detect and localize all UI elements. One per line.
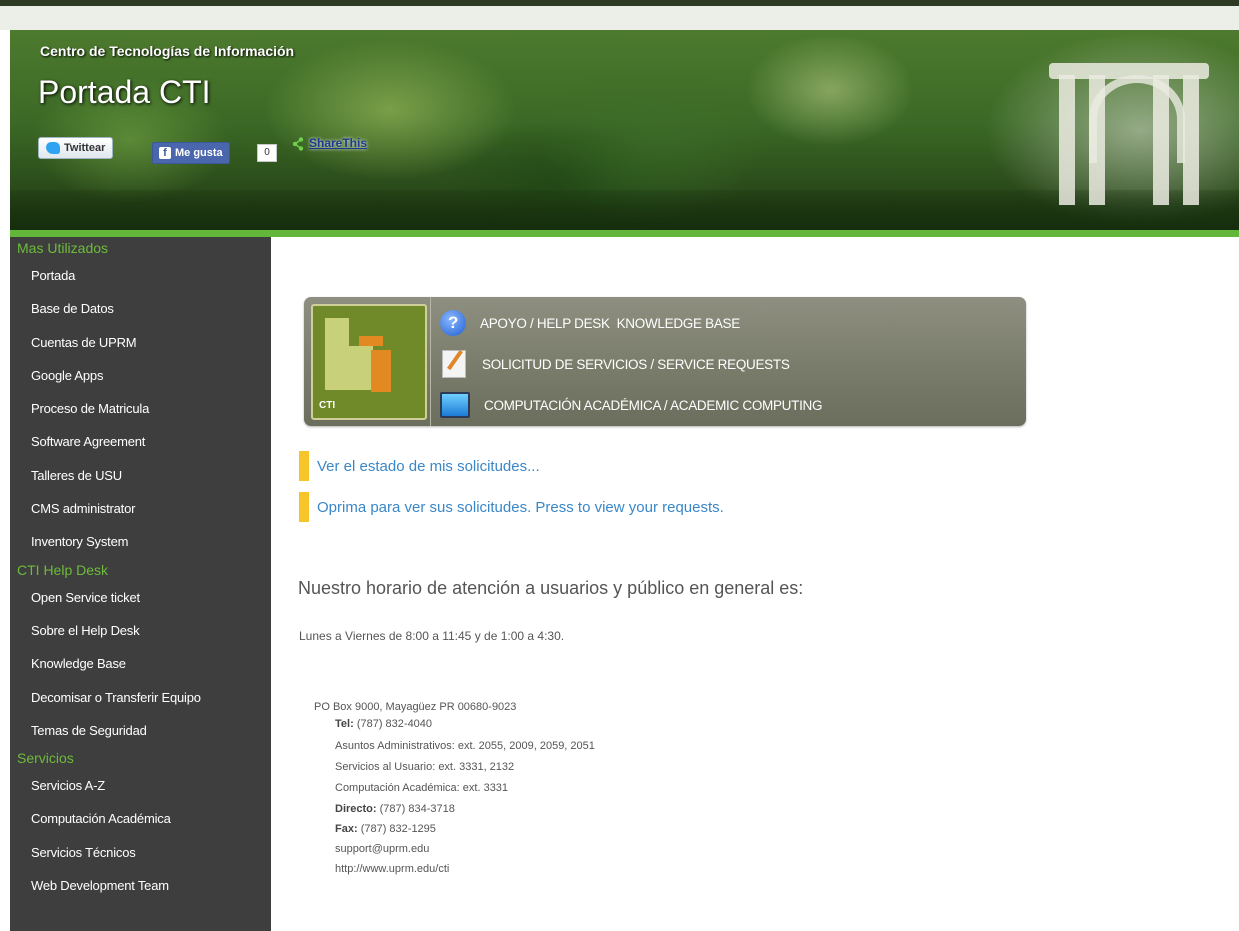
banner-separator (430, 297, 431, 426)
twitter-button[interactable]: Twittear (38, 137, 114, 159)
sidebar-item-cms-administrator[interactable]: CMS administrator (10, 492, 271, 525)
sidebar-item-talleres-usu[interactable]: Talleres de USU (10, 459, 271, 492)
sidebar-item-software-agreement[interactable]: Software Agreement (10, 425, 271, 458)
address-user-services: Servicios al Usuario: ext. 3331, 2132 (335, 761, 515, 773)
sidebar-item-google-apps[interactable]: Google Apps (10, 359, 271, 392)
address-po-box: PO Box 9000, Mayagüez PR 00680-9023 (314, 701, 517, 713)
address-tel: Tel: (787) 832-4040 (335, 718, 432, 730)
share-icon[interactable] (292, 137, 304, 151)
header-divider (10, 230, 1239, 237)
link-ver-estado[interactable]: Ver el estado de mis solicitudes... (299, 451, 540, 481)
menu-academic-computing[interactable]: COMPUTACIÓN ACADÉMICA / ACADEMIC COMPUTI… (440, 390, 822, 420)
link-marker (299, 492, 309, 522)
address-direct: Directo: (787) 834-3718 (335, 803, 455, 815)
sidebar-item-web-development-team[interactable]: Web Development Team (10, 869, 271, 902)
sidebar-item-open-service-ticket[interactable]: Open Service ticket (10, 581, 271, 614)
link-ver-solicitudes-text[interactable]: Oprima para ver sus solicitudes. Press t… (317, 499, 724, 516)
twitter-button-label: Twittear (64, 142, 106, 154)
facebook-icon: f (159, 147, 171, 159)
tel-value: (787) 832-4040 (356, 718, 433, 730)
link-marker (299, 451, 309, 481)
address-fax: Fax: (787) 832-1295 (335, 823, 436, 835)
sidebar-item-servicios-a-z[interactable]: Servicios A-Z (10, 769, 271, 802)
sharethis-link[interactable]: ShareThis (309, 136, 367, 150)
sidebar-heading-help-desk: CTI Help Desk (17, 561, 109, 578)
twitter-bird-icon (46, 142, 60, 154)
sidebar-item-inventory-system[interactable]: Inventory System (10, 525, 271, 558)
link-ver-estado-text[interactable]: Ver el estado de mis solicitudes... (317, 458, 540, 475)
cti-logo-text: CTI (319, 400, 336, 411)
sidebar-item-base-de-datos[interactable]: Base de Datos (10, 292, 271, 325)
site-subtitle: Centro de Tecnologías de Información (40, 43, 295, 59)
menu-service-requests-label: SOLICITUD DE SERVICIOS / SERVICE REQUEST… (482, 356, 790, 372)
website-url[interactable]: http://www.uprm.edu/cti (335, 863, 449, 875)
sidebar-item-servicios-tecnicos[interactable]: Servicios Técnicos (10, 836, 271, 869)
like-button-label: Me gusta (175, 147, 223, 159)
fax-value: (787) 832-1295 (360, 823, 436, 835)
sidebar: Mas Utilizados Portada Base de Datos Cue… (10, 237, 271, 931)
address-admin: Asuntos Administrativos: ext. 2055, 2009… (335, 740, 595, 752)
link-ver-solicitudes[interactable]: Oprima para ver sus solicitudes. Press t… (299, 492, 724, 522)
like-count: 0 (257, 144, 277, 162)
campus-arch-graphic (1049, 45, 1209, 205)
cti-logo[interactable]: CTI (311, 304, 427, 420)
top-strip (0, 6, 1239, 30)
hours-text: Lunes a Viernes de 8:00 a 11:45 y de 1:0… (299, 629, 565, 643)
sidebar-heading-mas-utilizados: Mas Utilizados (17, 240, 109, 256)
fax-label: Fax: (335, 823, 358, 835)
sidebar-item-computacion-academica[interactable]: Computación Académica (10, 802, 271, 835)
sidebar-item-sobre-help-desk[interactable]: Sobre el Help Desk (10, 614, 271, 647)
sidebar-item-portada[interactable]: Portada (10, 259, 271, 292)
menu-service-requests[interactable]: SOLICITUD DE SERVICIOS / SERVICE REQUEST… (440, 349, 790, 379)
header-banner: Centro de Tecnologías de Información Por… (10, 30, 1239, 230)
sidebar-item-temas-seguridad[interactable]: Temas de Seguridad (10, 714, 271, 747)
facebook-like-button[interactable]: f Me gusta (152, 142, 230, 164)
sidebar-heading-servicios: Servicios (17, 750, 74, 767)
hours-heading: Nuestro horario de atención a usuarios y… (298, 578, 804, 598)
sidebar-item-cuentas-uprm[interactable]: Cuentas de UPRM (10, 326, 271, 359)
support-email[interactable]: support@uprm.edu (335, 843, 429, 855)
sidebar-item-proceso-matricula[interactable]: Proceso de Matricula (10, 392, 271, 425)
direct-label: Directo: (335, 803, 377, 815)
tel-label: Tel: (335, 718, 354, 730)
menu-academic-computing-label: COMPUTACIÓN ACADÉMICA / ACADEMIC COMPUTI… (484, 397, 823, 413)
service-request-icon (442, 350, 466, 378)
menu-help-desk-label: APOYO / HELP DESK KNOWLEDGE BASE (480, 315, 740, 331)
help-question-icon: ? (440, 310, 466, 336)
menu-help-desk[interactable]: ? APOYO / HELP DESK KNOWLEDGE BASE (440, 308, 740, 338)
computer-monitor-icon (440, 392, 470, 418)
cti-services-banner: CTI ? APOYO / HELP DESK KNOWLEDGE BASE S… (304, 297, 1026, 426)
address-academic: Computación Académica: ext. 3331 (335, 782, 509, 794)
sidebar-item-knowledge-base[interactable]: Knowledge Base (10, 647, 271, 680)
direct-value: (787) 834-3718 (379, 803, 455, 815)
sidebar-item-decomisar-equipo[interactable]: Decomisar o Transferir Equipo (10, 681, 271, 714)
page-title[interactable]: Portada CTI (38, 74, 211, 111)
